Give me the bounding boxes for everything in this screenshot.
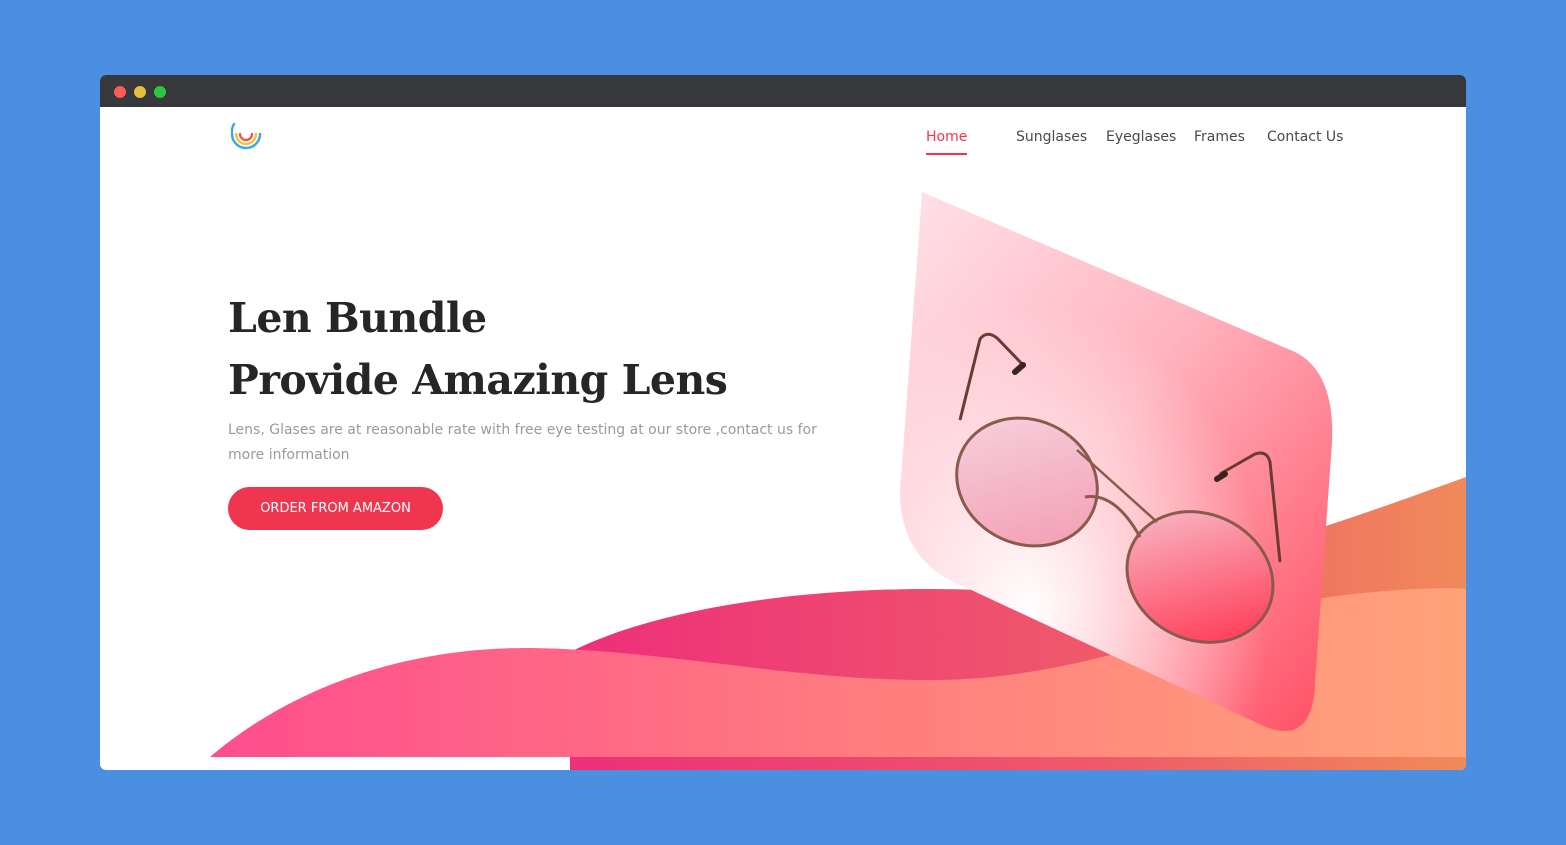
nav-contact-us[interactable]: Contact Us — [1267, 129, 1343, 145]
hero-description: Lens, Glases are at reasonable rate with… — [228, 422, 817, 463]
landing-page: Home Sunglases Eyeglases Frames Contact … — [100, 107, 1466, 770]
hero-title: Len Bundle Provide Amazing Lens — [228, 287, 728, 411]
browser-titlebar — [100, 75, 1466, 107]
nav-frames[interactable]: Frames — [1194, 129, 1245, 145]
minimize-window-icon[interactable] — [134, 86, 146, 98]
close-window-icon[interactable] — [114, 86, 126, 98]
order-from-amazon-button[interactable]: ORDER FROM AMAZON — [228, 487, 443, 530]
maximize-window-icon[interactable] — [154, 86, 166, 98]
nav-eyeglasses[interactable]: Eyeglases — [1106, 129, 1176, 145]
browser-window: Home Sunglases Eyeglases Frames Contact … — [100, 75, 1466, 770]
sunglasses-product-image — [900, 192, 1333, 731]
nav-sunglasses[interactable]: Sunglases — [1016, 129, 1087, 145]
hero-title-line-2: Provide Amazing Lens — [228, 356, 728, 404]
main-nav: Home Sunglases Eyeglases Frames Contact … — [100, 129, 1466, 159]
hero-title-line-1: Len Bundle — [228, 294, 487, 342]
nav-home[interactable]: Home — [926, 129, 968, 155]
